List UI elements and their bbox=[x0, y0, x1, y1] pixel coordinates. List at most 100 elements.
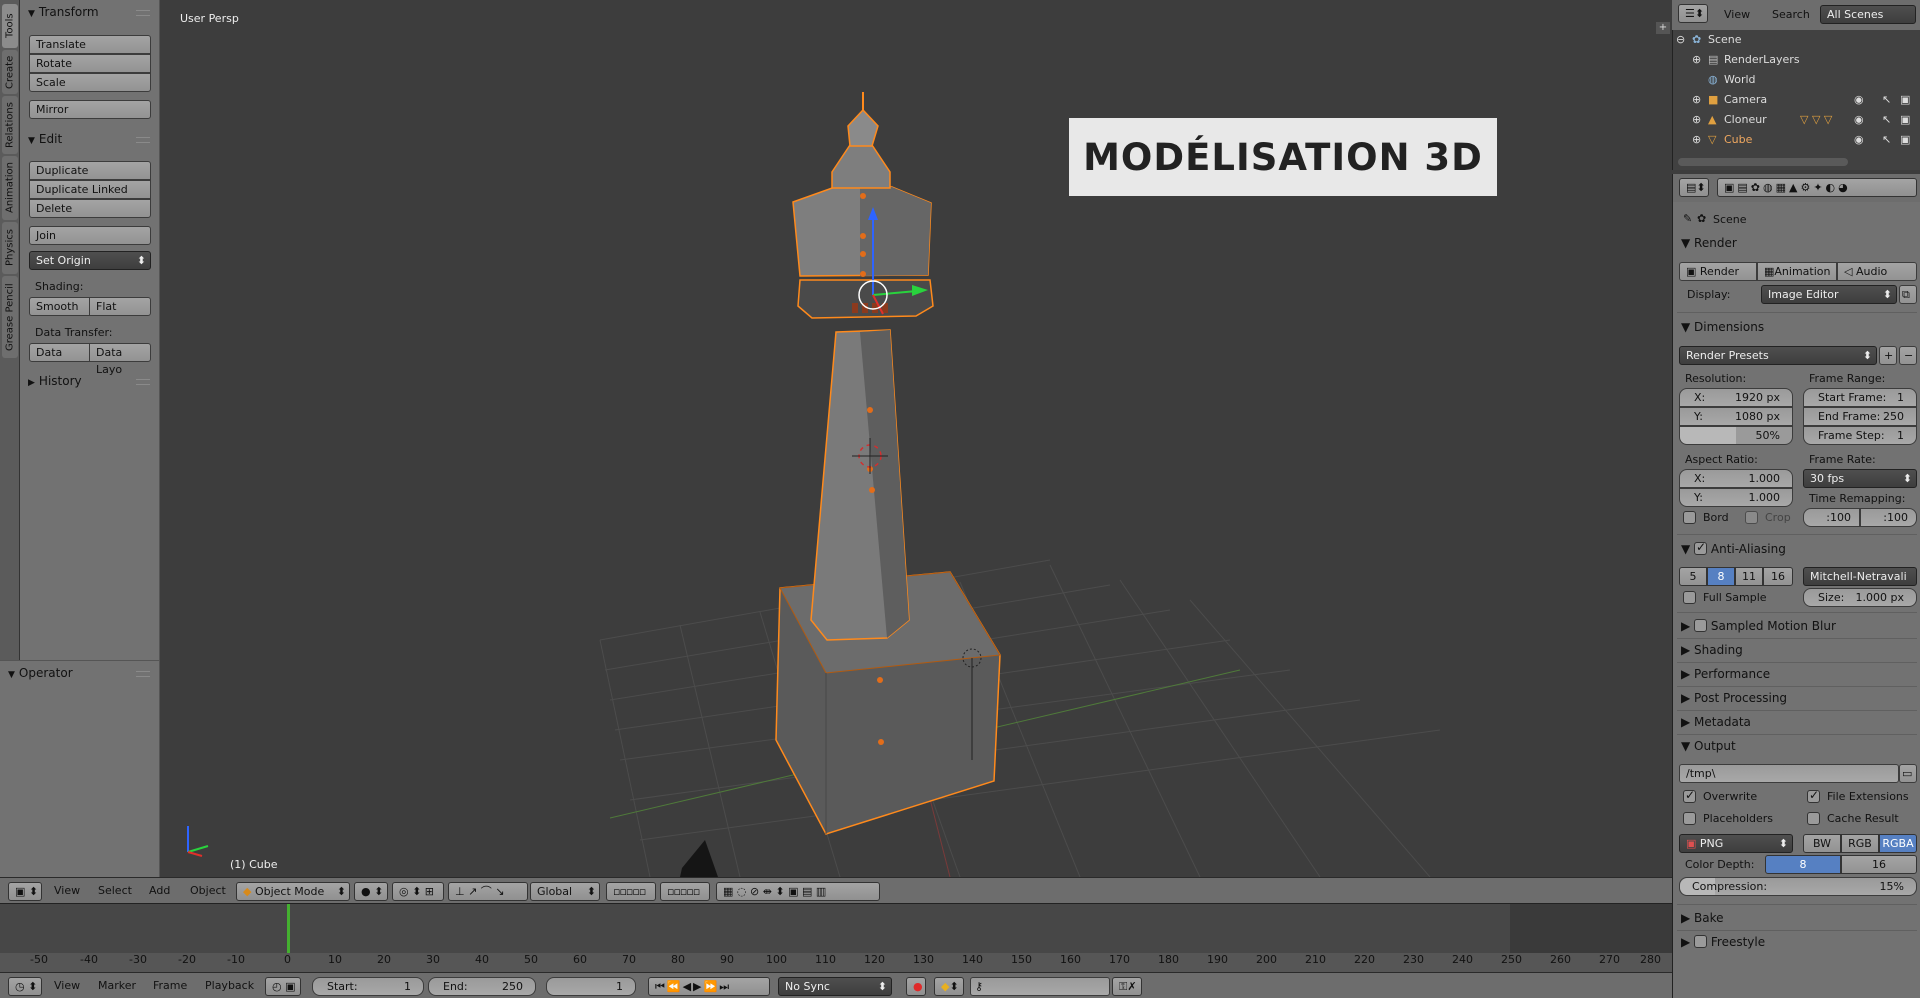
aa-samples-8[interactable]: 8 bbox=[1707, 567, 1735, 586]
remap-old-field[interactable]: :100 bbox=[1803, 508, 1860, 527]
tab-tools[interactable]: Tools bbox=[2, 4, 18, 48]
orientation-dropdown[interactable]: Global ⬍ bbox=[530, 882, 600, 901]
camera-object[interactable] bbox=[680, 840, 718, 877]
marker-menu[interactable]: Marker bbox=[98, 979, 136, 992]
aspect-y-field[interactable]: Y: 1.000 bbox=[1679, 488, 1793, 507]
color-rgb-button[interactable]: RGB bbox=[1841, 834, 1879, 853]
display-dropdown[interactable]: Image Editor ⬍ bbox=[1761, 285, 1897, 304]
cursor-icon[interactable]: ↖ bbox=[1882, 93, 1891, 106]
panel-grip[interactable] bbox=[136, 671, 150, 677]
new-window-button[interactable]: ⧉ bbox=[1899, 285, 1917, 304]
record-button[interactable]: ● bbox=[906, 977, 926, 996]
dimensions-panel-header[interactable]: ▼ Dimensions bbox=[1681, 320, 1764, 334]
outliner-row-cube[interactable]: ⊕ ▽ Cube ◉ ↖ ▣ bbox=[1672, 130, 1920, 150]
playback-controls[interactable]: ⏮⏪◀▶⏩⏭ bbox=[648, 977, 770, 996]
current-frame-field[interactable]: 1 bbox=[546, 977, 636, 996]
translate-button[interactable]: Translate bbox=[29, 35, 151, 54]
context-tabs[interactable]: ▣▤✿◍▦▲⚙✦◐◕ bbox=[1717, 178, 1917, 197]
expand-icon[interactable]: ⊕ bbox=[1692, 53, 1701, 66]
rotate-button[interactable]: Rotate bbox=[29, 54, 151, 73]
add-menu[interactable]: Add bbox=[149, 884, 170, 897]
keying-set-field[interactable]: ⚷ bbox=[970, 977, 1110, 996]
add-preset-button[interactable]: + bbox=[1879, 346, 1897, 365]
manipulator-buttons[interactable]: ⊥ ↗ ⌒ ↘ bbox=[448, 882, 528, 901]
animation-button[interactable]: ▦Animation bbox=[1757, 262, 1837, 281]
data-layout-button[interactable]: Data Layo bbox=[89, 343, 151, 376]
performance-panel-header[interactable]: ▶ Performance bbox=[1681, 667, 1770, 681]
color-rgba-button[interactable]: RGBA bbox=[1879, 834, 1917, 853]
editor-type-button[interactable]: ▣ ⬍ bbox=[8, 882, 42, 901]
lighthouse-dome[interactable] bbox=[831, 144, 891, 189]
freestyle-panel-header[interactable]: ▶ Freestyle bbox=[1681, 935, 1765, 949]
aa-samples-5[interactable]: 5 bbox=[1679, 567, 1707, 586]
mode-dropdown[interactable]: ◆ Object Mode ⬍ bbox=[236, 882, 350, 901]
keying-button[interactable]: ◆⬍ bbox=[934, 977, 964, 996]
resolution-y-field[interactable]: Y: 1080 px bbox=[1679, 407, 1793, 426]
remove-preset-button[interactable]: − bbox=[1899, 346, 1917, 365]
timeline-editor-type[interactable]: ◷ ⬍ bbox=[8, 977, 42, 996]
metadata-panel-header[interactable]: ▶ Metadata bbox=[1681, 715, 1751, 729]
resolution-x-field[interactable]: X: 1920 px bbox=[1679, 388, 1793, 407]
history-panel-header[interactable]: ▶ History bbox=[28, 374, 82, 388]
file-format-dropdown[interactable]: ▣ PNG ⬍ bbox=[1679, 834, 1793, 853]
file-extensions-checkbox[interactable] bbox=[1807, 788, 1820, 803]
properties-editor-type[interactable]: ▤⬍ bbox=[1679, 178, 1709, 197]
bake-panel-header[interactable]: ▶ Bake bbox=[1681, 911, 1724, 925]
outliner-row-cloneur[interactable]: ⊕ ▲ Cloneur ▽ ▽ ▽ ◉ ↖ ▣ bbox=[1672, 110, 1920, 130]
layer-buttons-1[interactable]: ▫▫▫▫▫ bbox=[606, 882, 656, 901]
render-icon[interactable]: ▣ bbox=[1900, 93, 1910, 106]
tab-grease-pencil[interactable]: Grease Pencil bbox=[2, 276, 18, 358]
output-path-field[interactable]: /tmp\ bbox=[1679, 764, 1899, 783]
crop-checkbox[interactable] bbox=[1745, 511, 1758, 524]
render-button[interactable]: ▣ Render bbox=[1679, 262, 1757, 281]
expand-icon[interactable]: ⊕ bbox=[1692, 113, 1701, 126]
aa-samples-11[interactable]: 11 bbox=[1735, 567, 1763, 586]
depth-16-button[interactable]: 16 bbox=[1841, 855, 1917, 874]
operator-panel-header[interactable]: ▼ Operator bbox=[8, 666, 73, 680]
post-processing-panel-header[interactable]: ▶ Post Processing bbox=[1681, 691, 1787, 705]
eye-icon[interactable]: ◉ bbox=[1854, 113, 1864, 126]
depth-8-button[interactable]: 8 bbox=[1765, 855, 1841, 874]
mirror-button[interactable]: Mirror bbox=[29, 100, 151, 119]
anti-aliasing-panel-header[interactable]: ▼ Anti-Aliasing bbox=[1681, 540, 1786, 556]
delete-button[interactable]: Delete bbox=[29, 199, 151, 218]
output-panel-header[interactable]: ▼ Output bbox=[1681, 739, 1736, 753]
expand-icon[interactable]: ⊕ bbox=[1692, 93, 1701, 106]
tab-animation[interactable]: Animation bbox=[2, 156, 18, 220]
freestyle-checkbox[interactable] bbox=[1694, 935, 1708, 948]
layer-buttons-2[interactable]: ▫▫▫▫▫ bbox=[660, 882, 710, 901]
render-panel-header[interactable]: ▼ Render bbox=[1681, 236, 1737, 250]
plus-icon[interactable]: + bbox=[1656, 22, 1670, 34]
outliner-view-menu[interactable]: View bbox=[1724, 8, 1750, 21]
anti-aliasing-checkbox[interactable] bbox=[1694, 540, 1708, 555]
expand-icon[interactable]: ⊕ bbox=[1692, 133, 1701, 146]
edit-panel-header[interactable]: ▼ Edit bbox=[28, 132, 62, 146]
render-icon[interactable]: ▣ bbox=[1900, 133, 1910, 146]
smooth-button[interactable]: Smooth bbox=[29, 297, 90, 316]
cursor-icon[interactable]: ↖ bbox=[1882, 133, 1891, 146]
frame-rate-dropdown[interactable]: 30 fps ⬍ bbox=[1803, 469, 1917, 488]
motion-blur-checkbox[interactable] bbox=[1694, 619, 1708, 632]
color-bw-button[interactable]: BW bbox=[1803, 834, 1841, 853]
display-mode-dropdown[interactable]: All Scenes bbox=[1820, 5, 1916, 24]
tab-physics[interactable]: Physics bbox=[2, 222, 18, 274]
view-menu[interactable]: View bbox=[54, 884, 80, 897]
border-checkbox[interactable] bbox=[1683, 511, 1696, 524]
shading-panel-header[interactable]: ▶ Shading bbox=[1681, 643, 1743, 657]
playback-menu[interactable]: Playback bbox=[205, 979, 254, 992]
outliner-row-world[interactable]: ◍ World bbox=[1672, 70, 1920, 90]
eye-icon[interactable]: ◉ bbox=[1854, 93, 1864, 106]
transform-panel-header[interactable]: ▼ Transform bbox=[28, 5, 99, 19]
outliner-search-menu[interactable]: Search bbox=[1772, 8, 1810, 21]
remap-new-field[interactable]: :100 bbox=[1860, 508, 1917, 527]
outliner-row-camera[interactable]: ⊕ ■ Camera ◉ ↖ ▣ bbox=[1672, 90, 1920, 110]
start-frame-field[interactable]: Start Frame: 1 bbox=[1803, 388, 1917, 407]
frame-menu[interactable]: Frame bbox=[153, 979, 187, 992]
preview-range-toggle[interactable]: ◴ ▣ bbox=[265, 977, 301, 996]
data-button[interactable]: Data bbox=[29, 343, 90, 362]
full-sample-checkbox[interactable] bbox=[1683, 591, 1696, 604]
aa-filter-dropdown[interactable]: Mitchell-Netravali bbox=[1803, 567, 1917, 586]
aspect-x-field[interactable]: X: 1.000 bbox=[1679, 469, 1793, 488]
outliner-scrollbar[interactable] bbox=[1678, 158, 1848, 166]
lighthouse-crown[interactable] bbox=[847, 108, 879, 147]
